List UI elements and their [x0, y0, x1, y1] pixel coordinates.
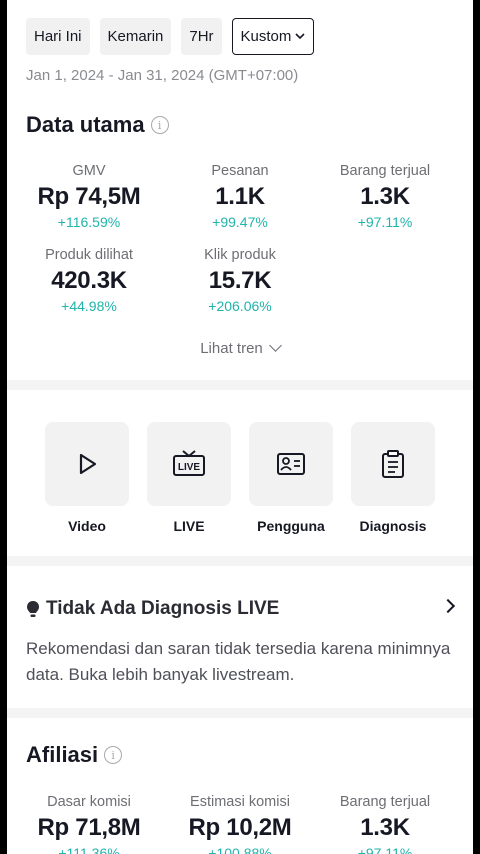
play-icon	[79, 453, 97, 475]
chevron-down-icon	[295, 31, 305, 43]
tool-diagnosis-label: Diagnosis	[359, 518, 427, 534]
tool-diagnosis-tile[interactable]	[351, 422, 435, 506]
tool-live-label: LIVE	[173, 518, 205, 534]
metric-commission-base[interactable]: Dasar komisi Rp 71,8M +111.36%	[19, 794, 159, 854]
info-icon[interactable]: i	[150, 116, 169, 134]
metric-orders[interactable]: Pesanan 1.1K +99.47%	[170, 163, 310, 230]
metric-value: 420.3K	[51, 267, 127, 294]
filter-yesterday[interactable]: Kemarin	[99, 18, 172, 55]
id-card-icon	[277, 453, 305, 475]
live-tv-icon: LIVE	[173, 450, 205, 476]
section-divider	[7, 556, 473, 566]
date-filter-bar: Hari Ini Kemarin 7Hr Kustom	[26, 18, 315, 55]
metric-label: Pesanan	[211, 163, 269, 179]
lightbulb-icon	[27, 601, 39, 617]
metric-affiliate-items-sold[interactable]: Barang terjual 1.3K +97.11%	[315, 794, 455, 854]
metric-estimated-commission[interactable]: Estimasi komisi Rp 10,2M +100.88%	[170, 794, 310, 854]
metric-gmv[interactable]: GMV Rp 74,5M +116.59%	[19, 163, 159, 230]
filter-today[interactable]: Hari Ini	[26, 18, 90, 55]
metric-value: 1.1K	[215, 183, 265, 210]
tool-video-label: Video	[68, 518, 106, 534]
metric-value: Rp 10,2M	[188, 814, 292, 841]
metric-product-views[interactable]: Produk dilihat 420.3K +44.98%	[19, 247, 159, 314]
metric-value: Rp 71,8M	[37, 814, 141, 841]
svg-text:LIVE: LIVE	[178, 462, 201, 473]
metric-delta: +100.88%	[208, 845, 272, 854]
live-diagnosis-description: Rekomendasi dan saran tidak tersedia kar…	[26, 639, 451, 684]
analytics-screen: Hari Ini Kemarin 7Hr Kustom Jan 1, 2024 …	[7, 0, 473, 854]
tool-video[interactable]: Video	[45, 422, 129, 534]
tool-users-tile[interactable]	[249, 422, 333, 506]
view-trend-label: Lihat tren	[200, 340, 263, 357]
metric-delta: +97.11%	[357, 214, 413, 230]
main-data-heading: Data utama i	[26, 112, 169, 138]
affiliate-title: Afiliasi	[26, 742, 99, 767]
clipboard-icon	[382, 450, 404, 478]
tool-live-tile[interactable]: LIVE	[147, 422, 231, 506]
main-data-title: Data utama	[26, 112, 145, 137]
live-diagnosis-heading[interactable]: Tidak Ada Diagnosis LIVE	[26, 598, 279, 620]
date-range-text: Jan 1, 2024 - Jan 31, 2024 (GMT+07:00)	[26, 67, 299, 84]
filter-7-days[interactable]: 7Hr	[181, 18, 222, 55]
section-divider	[7, 380, 473, 390]
filter-custom-label: Kustom	[240, 28, 292, 45]
metric-label: Barang terjual	[339, 794, 431, 810]
tool-live[interactable]: LIVE LIVE	[147, 422, 231, 534]
affiliate-heading: Afiliasi i	[26, 742, 123, 768]
metric-label: Dasar komisi	[47, 794, 131, 810]
info-icon[interactable]: i	[104, 746, 123, 764]
metric-delta: +206.06%	[208, 298, 272, 314]
tool-users[interactable]: Pengguna	[249, 422, 333, 534]
live-diagnosis-title: Tidak Ada Diagnosis LIVE	[46, 598, 280, 619]
metric-value: 1.3K	[360, 183, 410, 210]
chevron-right-icon[interactable]	[440, 598, 456, 614]
section-divider	[7, 708, 473, 718]
metric-value: Rp 74,5M	[37, 183, 141, 210]
metric-product-clicks[interactable]: Klik produk 15.7K +206.06%	[170, 247, 310, 314]
metric-label: Estimasi komisi	[190, 794, 290, 810]
metric-label: Produk dilihat	[45, 247, 133, 263]
metric-label: Barang terjual	[339, 163, 431, 179]
chevron-down-icon	[268, 339, 282, 352]
metric-delta: +99.47%	[212, 214, 268, 230]
metric-items-sold[interactable]: Barang terjual 1.3K +97.11%	[315, 163, 455, 230]
view-trend-link[interactable]: Lihat tren	[7, 339, 473, 357]
metric-delta: +44.98%	[61, 298, 117, 314]
filter-custom[interactable]: Kustom	[231, 18, 315, 55]
tool-diagnosis[interactable]: Diagnosis	[351, 422, 435, 534]
metric-value: 15.7K	[208, 267, 272, 294]
metric-delta: +111.36%	[58, 845, 120, 854]
metric-label: Klik produk	[204, 247, 276, 263]
tool-users-label: Pengguna	[257, 518, 325, 534]
metric-value: 1.3K	[360, 814, 410, 841]
metric-delta: +116.59%	[57, 214, 121, 230]
metric-label: GMV	[72, 163, 106, 179]
metric-delta: +97.11%	[357, 845, 413, 854]
tool-video-tile[interactable]	[45, 422, 129, 506]
